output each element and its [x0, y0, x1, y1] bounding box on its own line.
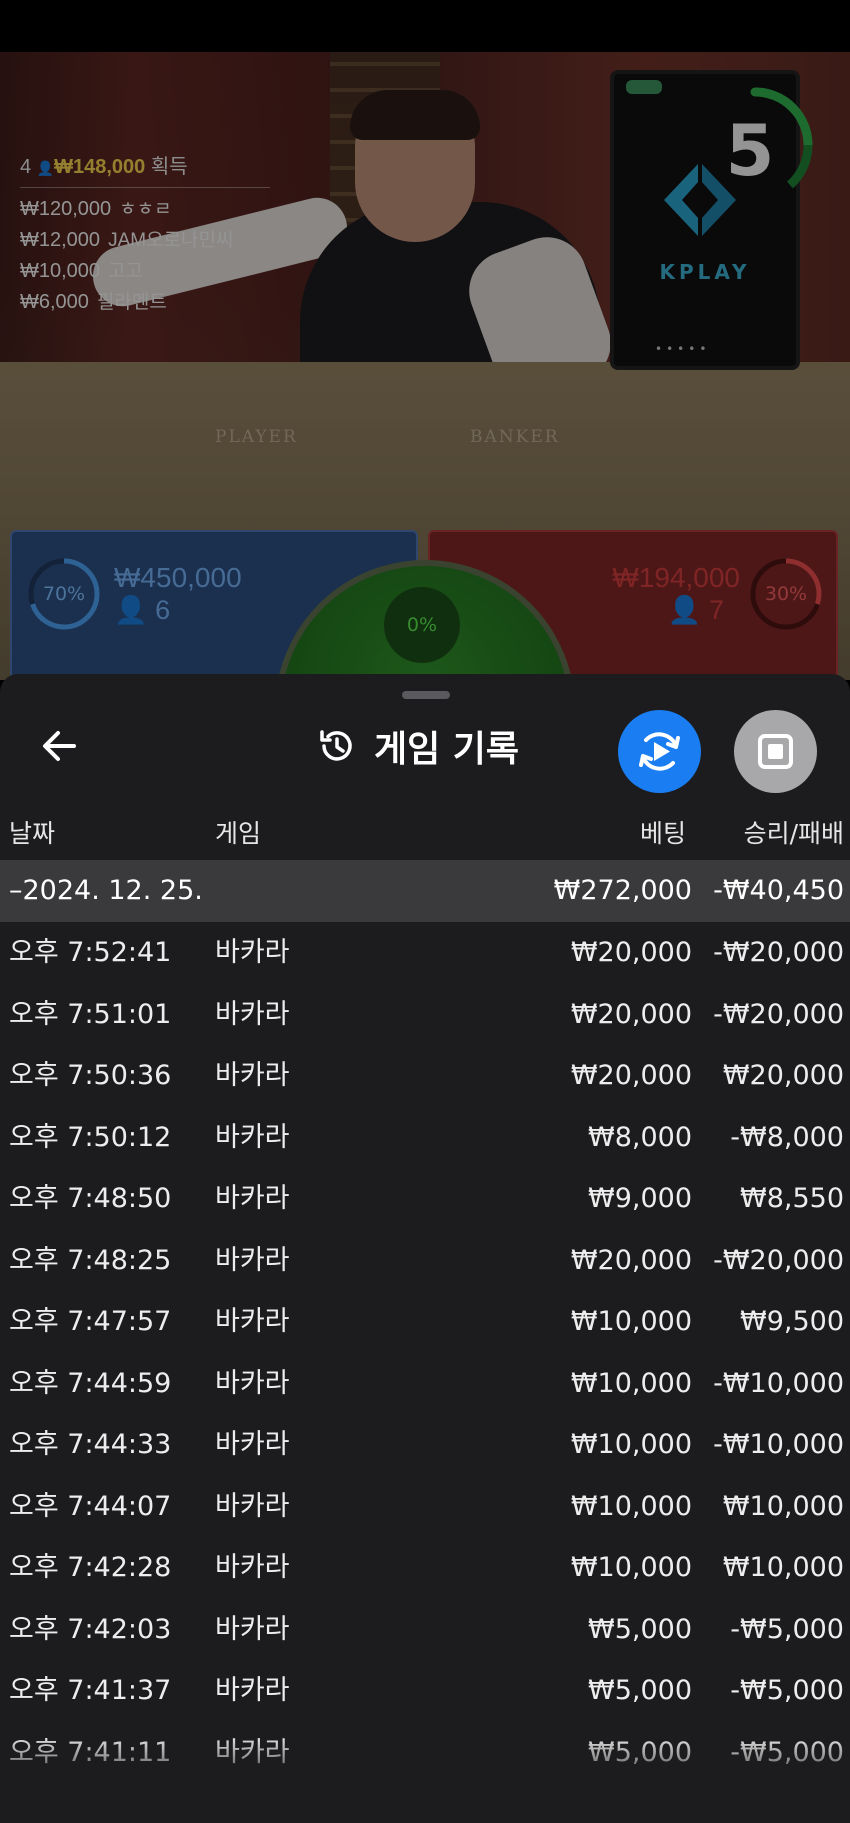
history-icon	[320, 730, 352, 761]
history-row[interactable]: 오후 7:50:36 바카라 ₩20,000 ₩20,000	[0, 1045, 850, 1107]
row-time: 오후 7:44:07	[9, 1490, 172, 1522]
row-time: 오후 7:50:36	[9, 1060, 172, 1091]
row-result: -₩5,000	[730, 1675, 844, 1706]
date-group-result: -₩40,450	[713, 875, 844, 906]
row-time: 오후 7:50:12	[9, 1121, 172, 1153]
arrow-left-icon	[43, 731, 76, 761]
row-game: 바카라	[215, 1675, 290, 1706]
row-time: 오후 7:44:33	[9, 1429, 172, 1460]
row-game: 바카라	[215, 937, 290, 968]
row-time: 오후 7:48:25	[9, 1244, 172, 1276]
row-bet: ₩10,000	[570, 1429, 692, 1460]
row-game: 바카라	[215, 1060, 290, 1091]
history-row[interactable]: 오후 7:44:07 바카라 ₩10,000 ₩10,000	[0, 1476, 850, 1538]
history-list: 오후 7:52:41 바카라 ₩20,000 -₩20,000 오후 7:51:…	[0, 922, 850, 1783]
row-bet: ₩10,000	[570, 1306, 692, 1337]
row-result: ₩10,000	[722, 1552, 844, 1583]
row-bet: ₩5,000	[588, 1613, 692, 1645]
row-game: 바카라	[215, 1367, 290, 1399]
row-result: ₩10,000	[722, 1490, 844, 1522]
history-row[interactable]: 오후 7:48:50 바카라 ₩9,000 ₩8,550	[0, 1168, 850, 1230]
column-header-bet: 베팅	[639, 819, 686, 848]
column-header-date: 날짜	[9, 819, 56, 848]
row-time: 오후 7:51:01	[9, 998, 172, 1030]
row-game: 바카라	[215, 1121, 290, 1153]
row-result: -₩5,000	[730, 1613, 844, 1645]
row-game: 바카라	[215, 1736, 290, 1768]
page-title: 게임 기록	[374, 729, 520, 770]
history-row[interactable]: 오후 7:52:41 바카라 ₩20,000 -₩20,000	[0, 922, 850, 984]
replay-icon	[639, 732, 680, 771]
status-bar	[0, 0, 850, 52]
row-time: 오후 7:41:37	[9, 1675, 172, 1706]
history-row[interactable]: 오후 7:42:03 바카라 ₩5,000 -₩5,000	[0, 1599, 850, 1661]
history-row[interactable]: 오후 7:51:01 바카라 ₩20,000 -₩20,000	[0, 984, 850, 1046]
row-bet: ₩5,000	[588, 1736, 692, 1768]
row-result: ₩8,550	[740, 1183, 844, 1214]
row-result: ₩20,000	[722, 1060, 844, 1091]
row-time: 오후 7:52:41	[9, 937, 172, 968]
row-game: 바카라	[215, 1490, 290, 1522]
row-bet: ₩10,000	[570, 1367, 692, 1399]
history-row[interactable]: 오후 7:41:37 바카라 ₩5,000 -₩5,000	[0, 1660, 850, 1722]
row-time: 오후 7:41:11	[9, 1736, 172, 1768]
back-button[interactable]	[32, 718, 88, 774]
history-sheet: 게임 기록 날짜 게임 베팅 승리/패배 –2024. 12. 25. ₩272…	[0, 674, 850, 1823]
history-row[interactable]: 오후 7:50:12 바카라 ₩8,000 -₩8,000	[0, 1107, 850, 1169]
history-row[interactable]: 오후 7:47:57 바카라 ₩10,000 ₩9,500	[0, 1291, 850, 1353]
row-game: 바카라	[215, 1429, 290, 1460]
date-group-row[interactable]: –2024. 12. 25. ₩272,000 -₩40,450	[0, 860, 850, 922]
date-group-bet: ₩272,000	[553, 875, 692, 906]
column-header-game: 게임	[215, 819, 262, 848]
row-result: ₩9,500	[740, 1306, 844, 1337]
row-bet: ₩10,000	[570, 1552, 692, 1583]
sheet-header: 게임 기록	[316, 718, 519, 774]
sheet-drag-handle[interactable]	[402, 691, 450, 699]
date-group-date: –2024. 12. 25.	[9, 875, 203, 906]
stop-button[interactable]	[734, 710, 817, 793]
row-bet: ₩5,000	[588, 1675, 692, 1706]
row-bet: ₩8,000	[588, 1121, 692, 1153]
row-bet: ₩20,000	[570, 1244, 692, 1276]
row-game: 바카라	[215, 1183, 290, 1214]
row-bet: ₩20,000	[570, 937, 692, 968]
history-row[interactable]: 오후 7:41:11 바카라 ₩5,000 -₩5,000	[0, 1722, 850, 1784]
row-result: -₩10,000	[713, 1367, 844, 1399]
row-bet: ₩9,000	[588, 1183, 692, 1214]
row-game: 바카라	[215, 1552, 290, 1583]
row-time: 오후 7:44:59	[9, 1367, 172, 1399]
row-result: -₩20,000	[713, 998, 844, 1030]
column-header-result: 승리/패배	[743, 819, 844, 848]
row-game: 바카라	[215, 998, 290, 1030]
row-bet: ₩20,000	[570, 1060, 692, 1091]
row-bet: ₩10,000	[570, 1490, 692, 1522]
row-time: 오후 7:42:28	[9, 1552, 172, 1583]
stop-icon	[758, 734, 793, 769]
row-game: 바카라	[215, 1613, 290, 1645]
history-row[interactable]: 오후 7:42:28 바카라 ₩10,000 ₩10,000	[0, 1537, 850, 1599]
row-result: -₩10,000	[713, 1429, 844, 1460]
row-result: -₩20,000	[713, 1244, 844, 1276]
row-result: -₩5,000	[730, 1736, 844, 1768]
row-bet: ₩20,000	[570, 998, 692, 1030]
row-time: 오후 7:48:50	[9, 1183, 172, 1214]
row-result: -₩8,000	[730, 1121, 844, 1153]
replay-button[interactable]	[618, 710, 701, 793]
row-time: 오후 7:42:03	[9, 1613, 172, 1645]
history-row[interactable]: 오후 7:48:25 바카라 ₩20,000 -₩20,000	[0, 1230, 850, 1292]
history-row[interactable]: 오후 7:44:59 바카라 ₩10,000 -₩10,000	[0, 1353, 850, 1415]
history-row[interactable]: 오후 7:44:33 바카라 ₩10,000 -₩10,000	[0, 1414, 850, 1476]
row-time: 오후 7:47:57	[9, 1306, 172, 1337]
dim-overlay	[0, 52, 850, 680]
row-result: -₩20,000	[713, 937, 844, 968]
row-game: 바카라	[215, 1244, 290, 1276]
row-game: 바카라	[215, 1306, 290, 1337]
